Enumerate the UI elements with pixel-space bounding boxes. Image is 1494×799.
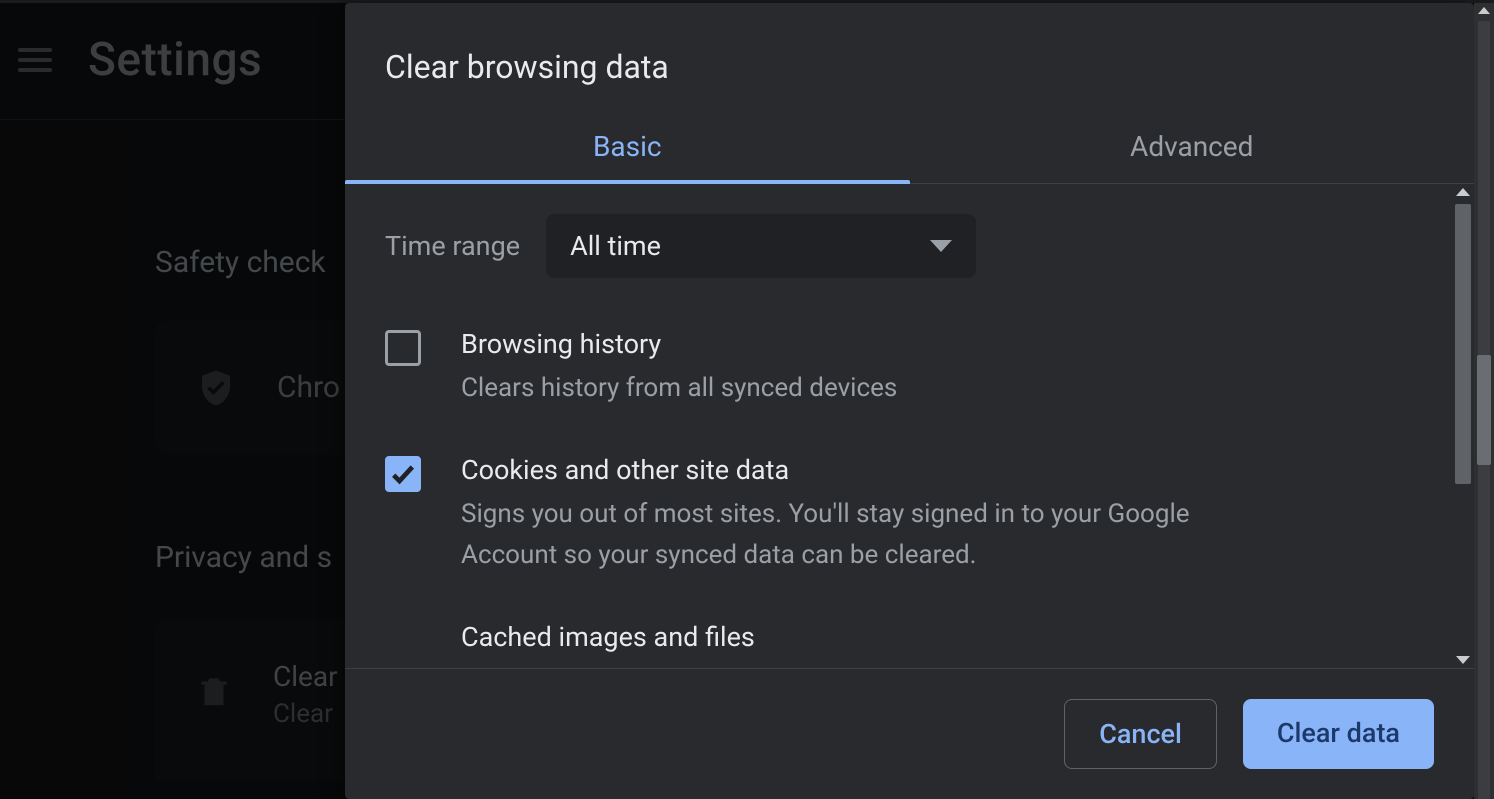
tab-basic[interactable]: Basic <box>345 112 910 183</box>
dialog-footer: Cancel Clear data <box>345 668 1474 799</box>
time-range-dropdown[interactable]: All time <box>546 214 976 278</box>
time-range-label: Time range <box>385 230 520 262</box>
clear-data-button[interactable]: Clear data <box>1243 699 1434 769</box>
page-scrollbar[interactable] <box>1474 3 1494 799</box>
option-cached: Cached images and files <box>385 621 1390 661</box>
option-desc: Signs you out of most sites. You'll stay… <box>461 494 1281 575</box>
option-title: Cookies and other site data <box>461 454 1281 486</box>
option-cookies: Cookies and other site data Signs you ou… <box>385 454 1390 575</box>
dialog-tabs: Basic Advanced <box>345 112 1474 184</box>
checkbox-browsing-history[interactable] <box>385 330 421 366</box>
chevron-down-icon <box>930 240 952 252</box>
scroll-thumb[interactable] <box>1455 204 1471 484</box>
scroll-thumb[interactable] <box>1477 355 1491 465</box>
checkbox-cookies[interactable] <box>385 456 421 492</box>
cancel-button[interactable]: Cancel <box>1064 699 1217 769</box>
scroll-down-icon[interactable] <box>1456 656 1470 664</box>
option-desc: Clears history from all synced devices <box>461 368 897 408</box>
dialog-title: Clear browsing data <box>345 3 1474 112</box>
scroll-up-icon[interactable] <box>1478 7 1490 14</box>
tab-advanced[interactable]: Advanced <box>910 112 1475 183</box>
dialog-body: Time range All time Browsing history Cle… <box>345 184 1474 668</box>
dialog-scrollbar[interactable] <box>1452 184 1474 668</box>
time-range-value: All time <box>570 230 661 262</box>
option-browsing-history: Browsing history Clears history from all… <box>385 328 1390 408</box>
scroll-up-icon[interactable] <box>1456 188 1470 196</box>
option-title: Browsing history <box>461 328 897 360</box>
option-title: Cached images and files <box>461 621 755 653</box>
clear-browsing-data-dialog: Clear browsing data Basic Advanced Time … <box>345 3 1474 799</box>
